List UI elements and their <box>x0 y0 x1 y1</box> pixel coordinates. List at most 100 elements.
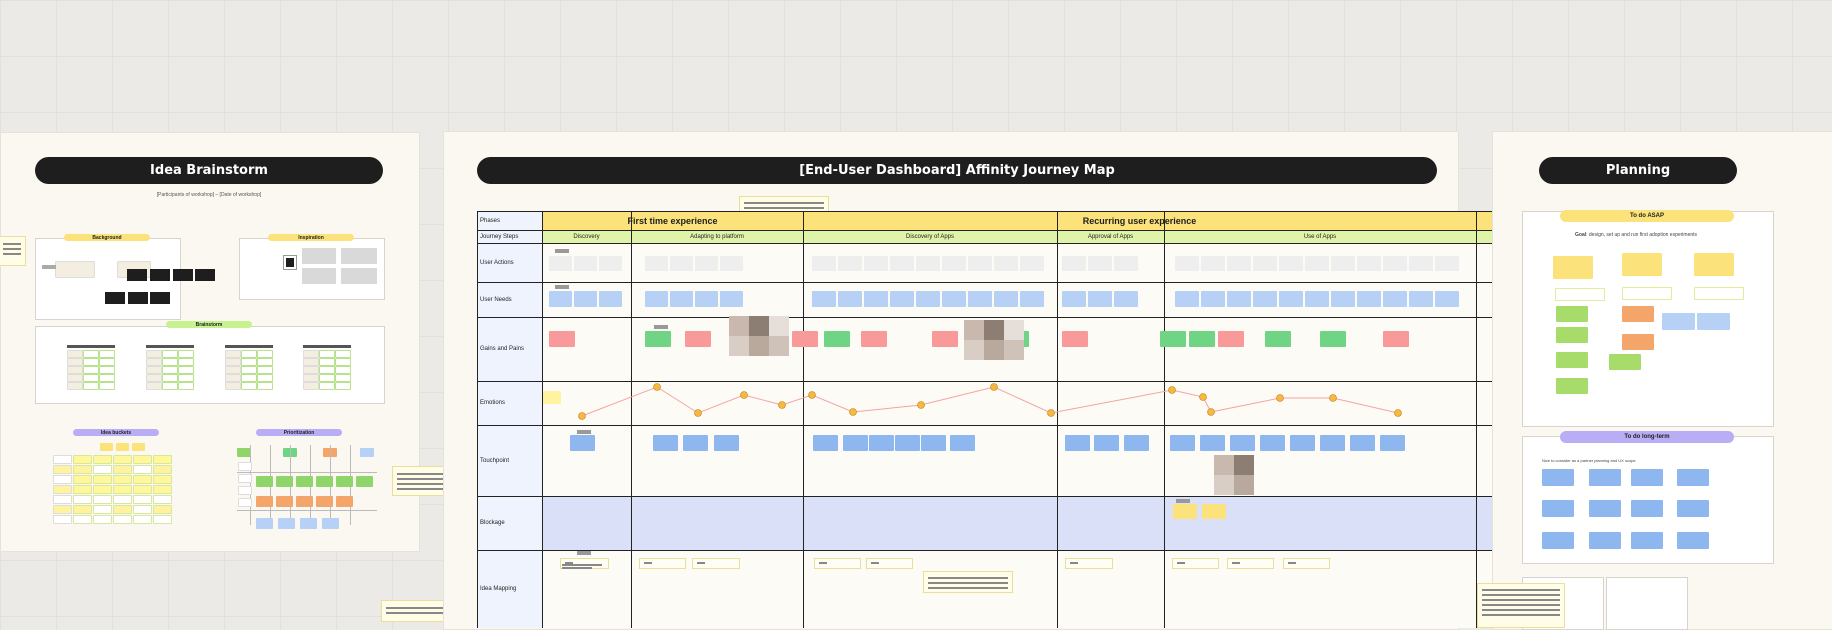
long-term-sticky[interactable] <box>1631 532 1663 549</box>
user-action-sticky[interactable] <box>1279 256 1303 271</box>
asap-orange-sticky[interactable] <box>1622 334 1654 350</box>
gain-sticky[interactable] <box>824 331 850 347</box>
user-action-sticky[interactable] <box>645 256 668 271</box>
idea-card[interactable] <box>866 558 913 569</box>
user-action-sticky[interactable] <box>1227 256 1251 271</box>
asap-sticky[interactable] <box>1553 256 1593 279</box>
user-need-sticky[interactable] <box>942 291 966 307</box>
touchpoint-sticky[interactable] <box>1290 435 1315 451</box>
user-action-sticky[interactable] <box>670 256 693 271</box>
user-need-sticky[interactable] <box>1409 291 1433 307</box>
touchpoint-sticky[interactable] <box>653 435 678 451</box>
pain-sticky[interactable] <box>549 331 575 347</box>
pain-sticky[interactable] <box>792 331 818 347</box>
touchpoint-sticky[interactable] <box>1380 435 1405 451</box>
pain-sticky[interactable] <box>861 331 887 347</box>
user-need-sticky[interactable] <box>812 291 836 307</box>
touchpoint-sticky[interactable] <box>1230 435 1255 451</box>
touchpoint-sticky[interactable] <box>1065 435 1090 451</box>
user-need-sticky[interactable] <box>720 291 743 307</box>
asap-blue-sticky[interactable] <box>1662 313 1695 330</box>
user-need-sticky[interactable] <box>864 291 888 307</box>
long-term-sticky[interactable] <box>1589 469 1621 486</box>
gain-sticky[interactable] <box>645 331 671 347</box>
idea-card[interactable] <box>1172 558 1219 569</box>
user-need-sticky[interactable] <box>1305 291 1329 307</box>
comment-note[interactable] <box>923 571 1013 593</box>
user-need-sticky[interactable] <box>916 291 940 307</box>
idea-card[interactable] <box>1065 558 1113 569</box>
user-action-sticky[interactable] <box>1253 256 1277 271</box>
asap-green-sticky[interactable] <box>1556 378 1588 394</box>
touchpoint-sticky[interactable] <box>813 435 838 451</box>
long-term-sticky[interactable] <box>1542 469 1574 486</box>
touchpoint-sticky[interactable] <box>950 435 975 451</box>
asap-outline-card[interactable] <box>1694 287 1744 300</box>
touchpoint-sticky[interactable] <box>1170 435 1195 451</box>
user-need-sticky[interactable] <box>838 291 862 307</box>
asap-green-sticky[interactable] <box>1609 354 1641 370</box>
asap-green-sticky[interactable] <box>1556 306 1588 322</box>
asap-green-sticky[interactable] <box>1556 352 1588 368</box>
user-action-sticky[interactable] <box>1435 256 1459 271</box>
user-action-sticky[interactable] <box>968 256 992 271</box>
user-action-sticky[interactable] <box>574 256 597 271</box>
touchpoint-sticky[interactable] <box>1320 435 1345 451</box>
user-need-sticky[interactable] <box>1062 291 1086 307</box>
emotion-sticky[interactable] <box>543 391 561 404</box>
asap-outline-card[interactable] <box>1555 288 1605 301</box>
user-need-sticky[interactable] <box>549 291 572 307</box>
user-need-sticky[interactable] <box>670 291 693 307</box>
gain-sticky[interactable] <box>1160 331 1186 347</box>
asap-green-sticky[interactable] <box>1556 327 1588 343</box>
pain-sticky[interactable] <box>685 331 711 347</box>
user-action-sticky[interactable] <box>890 256 914 271</box>
user-action-sticky[interactable] <box>599 256 622 271</box>
user-need-sticky[interactable] <box>695 291 718 307</box>
user-need-sticky[interactable] <box>574 291 597 307</box>
user-need-sticky[interactable] <box>1088 291 1112 307</box>
user-action-sticky[interactable] <box>1175 256 1199 271</box>
asap-sticky[interactable] <box>1694 253 1734 276</box>
user-action-sticky[interactable] <box>1409 256 1433 271</box>
comment-note[interactable] <box>0 236 26 266</box>
user-action-sticky[interactable] <box>1357 256 1381 271</box>
user-action-sticky[interactable] <box>994 256 1018 271</box>
long-term-sticky[interactable] <box>1631 500 1663 517</box>
touchpoint-sticky[interactable] <box>1094 435 1119 451</box>
idea-card[interactable] <box>639 558 686 569</box>
touchpoint-sticky[interactable] <box>683 435 708 451</box>
touchpoint-sticky[interactable] <box>869 435 894 451</box>
gain-sticky[interactable] <box>1320 331 1346 347</box>
pain-sticky[interactable] <box>1383 331 1409 347</box>
comment-note[interactable] <box>1477 583 1565 628</box>
user-need-sticky[interactable] <box>994 291 1018 307</box>
long-term-sticky[interactable] <box>1542 532 1574 549</box>
user-need-sticky[interactable] <box>1020 291 1044 307</box>
user-action-sticky[interactable] <box>1088 256 1112 271</box>
user-action-sticky[interactable] <box>1062 256 1086 271</box>
user-need-sticky[interactable] <box>1253 291 1277 307</box>
touchpoint-sticky[interactable] <box>714 435 739 451</box>
user-action-sticky[interactable] <box>720 256 743 271</box>
user-action-sticky[interactable] <box>1114 256 1138 271</box>
user-need-sticky[interactable] <box>1435 291 1459 307</box>
user-need-sticky[interactable] <box>599 291 622 307</box>
asap-blue-sticky[interactable] <box>1697 313 1730 330</box>
long-term-sticky[interactable] <box>1589 500 1621 517</box>
pain-sticky[interactable] <box>1062 331 1088 347</box>
asap-orange-sticky[interactable] <box>1622 306 1654 322</box>
user-action-sticky[interactable] <box>1020 256 1044 271</box>
long-term-sticky[interactable] <box>1589 532 1621 549</box>
user-action-sticky[interactable] <box>838 256 862 271</box>
asap-sticky[interactable] <box>1622 253 1662 276</box>
user-need-sticky[interactable] <box>1227 291 1251 307</box>
touchpoint-sticky[interactable] <box>1350 435 1375 451</box>
touchpoint-sticky[interactable] <box>843 435 868 451</box>
user-need-sticky[interactable] <box>1331 291 1355 307</box>
touchpoint-sticky[interactable] <box>570 435 595 451</box>
touchpoint-sticky[interactable] <box>1260 435 1285 451</box>
pain-sticky[interactable] <box>932 331 958 347</box>
user-need-sticky[interactable] <box>1383 291 1407 307</box>
gain-sticky[interactable] <box>1265 331 1291 347</box>
